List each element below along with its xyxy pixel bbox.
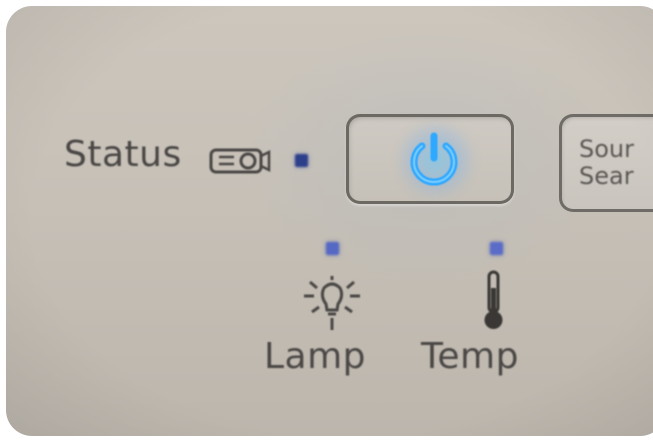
thermometer-icon [484,270,503,329]
temp-label: Temp [421,336,519,377]
source-label-line-1: Sour [579,135,634,163]
source-search-button[interactable]: Sour Sear [559,114,653,212]
power-icon [410,132,458,186]
power-button[interactable] [346,114,514,204]
status-indicator-led [295,154,308,167]
lamp-label: Lamp [264,336,367,377]
status-label: Status [64,134,182,175]
projector-icon [209,148,271,174]
source-label-line-2: Sear [579,162,634,190]
photo-frame: Status Sour Sear Lamp Temp [0,0,653,442]
projector-control-panel: Status Sour Sear Lamp Temp [6,6,653,436]
lamp-bulb-icon [304,276,360,330]
lamp-indicator-led [326,242,339,255]
temp-indicator-led [490,242,503,255]
source-search-label: Sour Sear [579,136,634,190]
